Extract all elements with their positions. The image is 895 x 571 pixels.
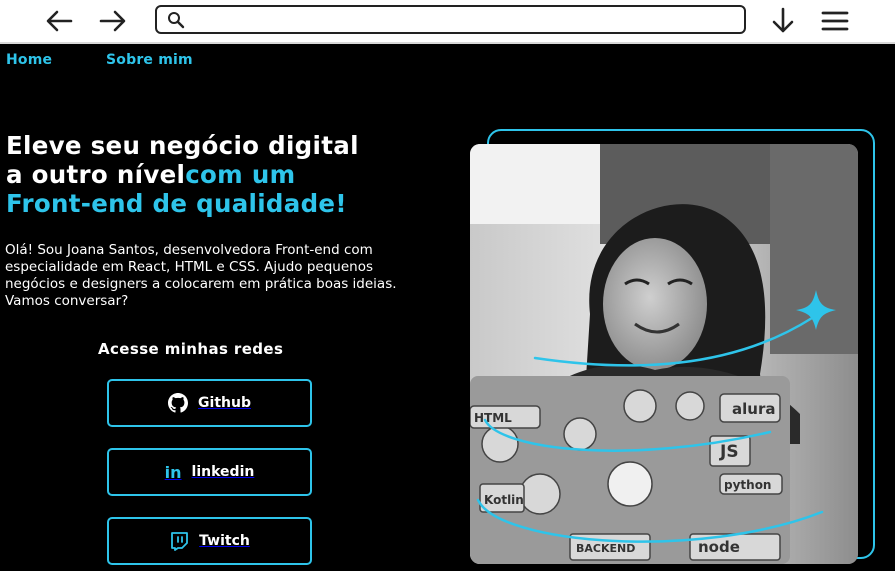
social-title: Acesse minhas redes <box>98 340 284 358</box>
headline-accent-2: Front-end de qualidade! <box>6 189 347 218</box>
hero-headline: Eleve seu negócio digital a outro nívelc… <box>6 131 426 218</box>
download-icon <box>772 7 794 33</box>
sticker-html: HTML <box>474 411 512 425</box>
address-bar[interactable] <box>155 5 746 34</box>
profile-photo: alura JS python HTML Kotlin node BACKEND <box>470 144 858 564</box>
forward-button[interactable] <box>96 6 130 36</box>
headline-accent-1: com um <box>185 160 296 189</box>
nav-link-home[interactable]: Home <box>6 52 52 68</box>
sticker-kotlin: Kotlin <box>484 493 524 507</box>
github-icon <box>168 393 189 413</box>
hamburger-menu-icon <box>821 11 849 31</box>
photo-illustration: alura JS python HTML Kotlin node BACKEND <box>470 144 858 564</box>
search-icon <box>167 11 185 33</box>
headline-line-2: a outro nível <box>6 160 186 189</box>
sticker-python: python <box>724 478 771 492</box>
nav-link-about[interactable]: Sobre mim <box>106 52 193 68</box>
twitch-button[interactable]: Twitch <box>107 517 312 565</box>
browser-toolbar <box>0 0 895 44</box>
github-button[interactable]: Github <box>107 379 312 427</box>
linkedin-icon: in <box>164 462 182 482</box>
sticker-node: node <box>698 538 740 556</box>
forward-arrow-icon <box>99 10 126 32</box>
back-button[interactable] <box>42 6 76 36</box>
download-button[interactable] <box>766 6 800 36</box>
hero-intro: Olá! Sou Joana Santos, desenvolvedora Fr… <box>5 242 397 309</box>
sticker-backend: BACKEND <box>576 542 635 555</box>
sticker-alura: alura <box>732 400 775 418</box>
github-label: Github <box>198 395 251 411</box>
url-input[interactable] <box>193 10 733 29</box>
linkedin-label: linkedin <box>191 464 255 480</box>
twitch-label: Twitch <box>199 533 250 549</box>
linkedin-button[interactable]: in linkedin <box>107 448 312 496</box>
menu-button[interactable] <box>818 6 852 36</box>
headline-line-1: Eleve seu negócio digital <box>6 131 359 160</box>
back-arrow-icon <box>46 10 73 32</box>
sticker-js: JS <box>719 442 739 462</box>
twitch-icon <box>171 532 189 551</box>
